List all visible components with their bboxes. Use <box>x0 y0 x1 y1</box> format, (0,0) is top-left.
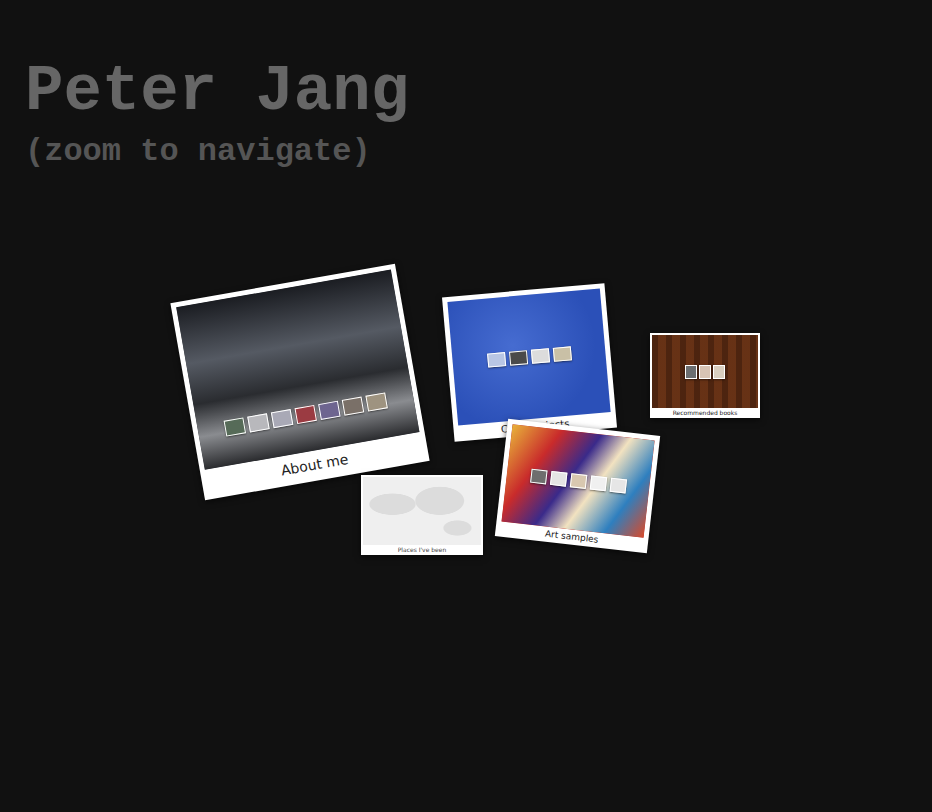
nested-card-thumbnail[interactable] <box>530 469 547 485</box>
nested-card-thumbnail[interactable] <box>342 396 364 415</box>
nested-card-thumbnail[interactable] <box>224 417 246 436</box>
photo-card[interactable]: About me <box>170 264 429 501</box>
site-title: Peter Jang <box>25 52 932 132</box>
nested-card-thumbnail[interactable] <box>685 365 697 379</box>
nested-card-thumbnail[interactable] <box>318 400 340 419</box>
nested-card-thumbnail[interactable] <box>552 346 571 362</box>
nested-card-thumbnail[interactable] <box>609 478 626 494</box>
thumbnail-group <box>685 365 725 379</box>
nested-card-thumbnail[interactable] <box>365 392 387 411</box>
photo-card[interactable]: Recommended books <box>650 333 760 418</box>
nested-card-thumbnail[interactable] <box>247 413 269 432</box>
card-photo <box>176 270 419 470</box>
photo-shade <box>176 270 419 470</box>
zoom-canvas[interactable]: About meCode projects Recommended booksAr… <box>0 172 932 812</box>
photo-card[interactable]: Art samples <box>495 419 660 554</box>
photo-shade <box>363 477 481 545</box>
card-photo <box>363 477 481 545</box>
nested-card-thumbnail[interactable] <box>549 471 566 487</box>
nested-card-thumbnail[interactable] <box>294 404 316 423</box>
nested-card-thumbnail[interactable] <box>530 348 549 364</box>
photo-card[interactable]: Places I've been <box>361 475 483 555</box>
nested-card-thumbnail[interactable] <box>699 365 711 379</box>
card-caption: Places I've been <box>363 545 481 555</box>
header: Peter Jang(zoom to navigate) <box>0 0 932 172</box>
photo-card[interactable]: Code projects <box>442 283 617 442</box>
card-photo <box>652 335 758 408</box>
card-photo <box>447 289 610 426</box>
nested-card-thumbnail[interactable] <box>713 365 725 379</box>
nested-card-thumbnail[interactable] <box>271 409 293 428</box>
page: Peter Jang(zoom to navigate)About meCode… <box>0 0 932 812</box>
photo-shade <box>447 289 610 426</box>
zoom-hint: (zoom to navigate) <box>25 132 932 172</box>
card-photo <box>501 424 654 538</box>
nested-card-thumbnail[interactable] <box>508 350 527 366</box>
nested-card-thumbnail[interactable] <box>569 473 586 489</box>
card-caption: Recommended books <box>652 408 758 418</box>
nested-card-thumbnail[interactable] <box>487 352 506 368</box>
nested-card-thumbnail[interactable] <box>589 475 606 491</box>
